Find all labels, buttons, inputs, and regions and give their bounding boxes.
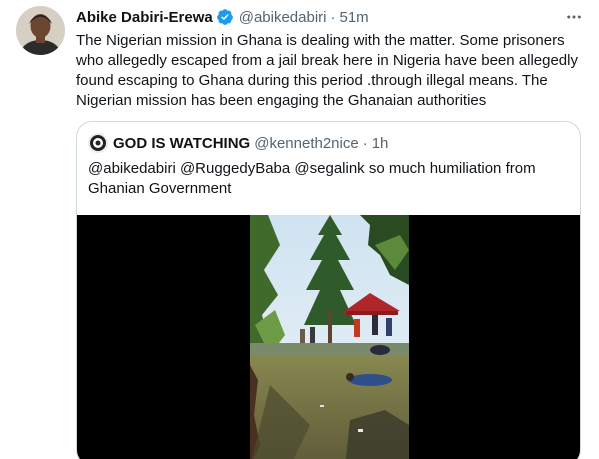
quoted-author-handle: @kenneth2nice [254, 134, 359, 152]
quoted-separator-dot: · [362, 134, 368, 152]
more-options-icon[interactable] [563, 6, 585, 28]
video-frame-image [250, 215, 409, 459]
quoted-tweet[interactable]: GOD IS WATCHING @kenneth2nice · 1h @abik… [76, 121, 581, 459]
author-name[interactable]: Abike Dabiri-Erewa [76, 9, 213, 26]
tweet-header: Abike Dabiri-Erewa @abikedabiri · 51m [76, 7, 369, 27]
quoted-timestamp: 1h [371, 134, 389, 152]
author-handle[interactable]: @abikedabiri [239, 9, 327, 26]
quoted-tweet-text: @abikedabiri @RuggedyBaba @segalink so m… [88, 160, 536, 197]
tweet-timestamp[interactable]: 51m [340, 9, 369, 26]
avatar-photo-icon [16, 6, 65, 55]
author-avatar[interactable] [16, 6, 65, 55]
quoted-media[interactable] [77, 215, 580, 459]
separator-dot: · [330, 8, 336, 26]
verified-badge-icon [216, 8, 234, 26]
quoted-author-avatar [88, 133, 108, 153]
quoted-tweet-header: GOD IS WATCHING @kenneth2nice · 1h [88, 133, 388, 153]
video-thumbnail[interactable] [250, 215, 409, 459]
tweet[interactable]: Abike Dabiri-Erewa @abikedabiri · 51m Th… [0, 0, 599, 459]
quoted-author-name: GOD IS WATCHING [113, 134, 251, 152]
tweet-text: The Nigerian mission in Ghana is dealing… [76, 32, 578, 109]
